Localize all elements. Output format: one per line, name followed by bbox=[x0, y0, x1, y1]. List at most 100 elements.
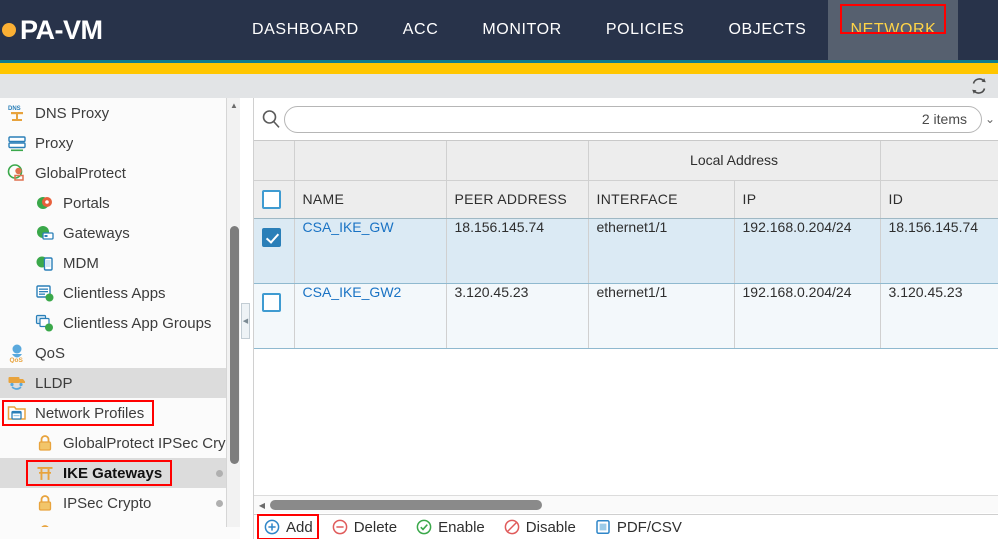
dns-proxy-icon: DNS bbox=[6, 102, 28, 124]
lock-icon bbox=[34, 432, 56, 454]
refresh-icon[interactable] bbox=[966, 75, 992, 97]
sidebar-item-label: IKE Gateways bbox=[63, 464, 163, 482]
cell-interface: ethernet1/1 bbox=[588, 218, 735, 284]
sidebar-scrollbar[interactable]: ▲ ▼ bbox=[226, 98, 240, 539]
cell-peer-address: 18.156.145.74 bbox=[446, 218, 589, 284]
sidebar-item-dns-proxy[interactable]: DNS DNS Proxy bbox=[0, 98, 239, 128]
sidebar-item-clientless-apps[interactable]: Clientless Apps bbox=[0, 278, 239, 308]
group-header-blank-name bbox=[294, 141, 447, 181]
minus-circle-icon bbox=[331, 518, 349, 536]
cell-ip: 192.168.0.204/24 bbox=[734, 218, 881, 284]
svg-text:DNS: DNS bbox=[8, 106, 21, 112]
check-circle-icon bbox=[415, 518, 433, 536]
collapse-left-icon[interactable]: ◀ bbox=[241, 303, 250, 339]
sidebar-item-proxy[interactable]: Proxy bbox=[0, 128, 239, 158]
sidebar-item-globalprotect-ipsec-crypto[interactable]: GlobalProtect IPSec Crypto bbox=[0, 428, 239, 458]
row-checkbox-cell[interactable] bbox=[254, 283, 295, 349]
sidebar-item-label: Network Profiles bbox=[35, 404, 145, 422]
triangle-up-icon[interactable]: ▲ bbox=[227, 98, 241, 112]
tab-acc[interactable]: ACC bbox=[381, 0, 461, 60]
sidebar-item-globalprotect[interactable]: GlobalProtect bbox=[0, 158, 239, 188]
column-header-peer-address[interactable]: PEER ADDRESS bbox=[446, 180, 589, 219]
chevron-down-icon[interactable]: ⌄ bbox=[984, 112, 996, 126]
sidebar-scrollbar-thumb[interactable] bbox=[230, 226, 239, 464]
delete-button-label: Delete bbox=[353, 518, 398, 536]
sidebar-item-ike-gateways[interactable]: IKE Gateways bbox=[0, 458, 239, 488]
proxy-icon bbox=[6, 132, 28, 154]
tab-monitor[interactable]: MONITOR bbox=[460, 0, 583, 60]
main-content-panel: 2 items ⌄ Local Address NAME PEER ADDRES… bbox=[254, 98, 998, 539]
gateways-icon bbox=[34, 222, 56, 244]
action-toolbar: Add Delete Enable Disable PDF/CSV bbox=[254, 514, 998, 539]
sidebar-item-portals[interactable]: Portals bbox=[0, 188, 239, 218]
cell-name[interactable]: CSA_IKE_GW bbox=[294, 218, 447, 284]
select-all-checkbox[interactable] bbox=[262, 189, 281, 209]
tab-policies[interactable]: POLICIES bbox=[584, 0, 707, 60]
horizontal-scrollbar[interactable]: ◀ bbox=[254, 495, 998, 513]
cell-name[interactable]: CSA_IKE_GW2 bbox=[294, 283, 447, 349]
gateway-name-link[interactable]: CSA_IKE_GW2 bbox=[303, 284, 402, 300]
sidebar-item-clientless-app-groups[interactable]: Clientless App Groups bbox=[0, 308, 239, 338]
delete-button[interactable]: Delete bbox=[328, 516, 400, 538]
status-dot bbox=[216, 470, 223, 477]
sidebar-item-ipsec-crypto[interactable]: IPSec Crypto bbox=[0, 488, 239, 518]
column-header-interface[interactable]: INTERFACE bbox=[588, 180, 735, 219]
pdf-csv-button[interactable]: PDF/CSV bbox=[591, 516, 685, 538]
column-header-ip[interactable]: IP bbox=[734, 180, 881, 219]
search-box[interactable]: 2 items bbox=[284, 105, 982, 133]
globalprotect-icon bbox=[6, 162, 28, 184]
select-all-checkbox-cell[interactable] bbox=[254, 180, 295, 219]
sidebar-item-label: Portals bbox=[63, 194, 110, 212]
sidebar-item-label: MDM bbox=[63, 254, 99, 272]
sidebar-item-label: LLDP bbox=[35, 374, 73, 392]
ike-gateways-table: Local Address NAME PEER ADDRESS INTERFAC… bbox=[254, 140, 998, 495]
table-row[interactable]: CSA_IKE_GW 18.156.145.74 ethernet1/1 192… bbox=[254, 218, 998, 284]
cell-peer-address: 3.120.45.23 bbox=[446, 283, 589, 349]
sidebar-item-label: Clientless Apps bbox=[63, 284, 166, 302]
group-header-local-address: Local Address bbox=[588, 141, 881, 181]
product-logo: PA-VM bbox=[0, 0, 230, 60]
table-header-row: NAME PEER ADDRESS INTERFACE IP ID bbox=[254, 180, 998, 219]
cell-ip: 192.168.0.204/24 bbox=[734, 283, 881, 349]
panel-splitter[interactable]: ◀ bbox=[240, 98, 254, 539]
row-checkbox-cell[interactable] bbox=[254, 218, 295, 284]
lldp-icon bbox=[6, 372, 28, 394]
network-profiles-folder-icon bbox=[6, 402, 28, 424]
sidebar-bottom-filler bbox=[0, 527, 240, 539]
triangle-left-icon[interactable]: ◀ bbox=[256, 499, 268, 511]
search-input[interactable] bbox=[299, 106, 922, 132]
tab-objects[interactable]: OBJECTS bbox=[706, 0, 828, 60]
enable-button[interactable]: Enable bbox=[412, 516, 488, 538]
search-row: 2 items ⌄ bbox=[254, 98, 998, 140]
main-tabs: DASHBOARD ACC MONITOR POLICIES OBJECTS N… bbox=[230, 0, 998, 60]
status-dot bbox=[216, 500, 223, 507]
sidebar-item-mdm[interactable]: MDM bbox=[0, 248, 239, 278]
column-header-id[interactable]: ID bbox=[880, 180, 998, 219]
sidebar-item-network-profiles[interactable]: Network Profiles bbox=[0, 398, 239, 428]
column-header-name[interactable]: NAME bbox=[294, 180, 447, 219]
add-button-label: Add bbox=[286, 518, 313, 536]
gateway-name-link[interactable]: CSA_IKE_GW bbox=[303, 219, 394, 235]
sidebar-item-gateways[interactable]: Gateways bbox=[0, 218, 239, 248]
table-row[interactable]: CSA_IKE_GW2 3.120.45.23 ethernet1/1 192.… bbox=[254, 283, 998, 349]
tab-dashboard[interactable]: DASHBOARD bbox=[230, 0, 381, 60]
add-button[interactable]: Add bbox=[257, 514, 319, 539]
group-header-blank-checkbox bbox=[254, 141, 295, 181]
product-name-label: PA-VM bbox=[20, 14, 103, 45]
sidebar-item-label: DNS Proxy bbox=[35, 104, 110, 122]
sidebar-item-lldp[interactable]: LLDP bbox=[0, 368, 239, 398]
table-group-header-row: Local Address bbox=[254, 141, 998, 181]
top-navigation-bar: PA-VM DASHBOARD ACC MONITOR POLICIES OBJ… bbox=[0, 0, 998, 60]
sidebar-item-qos[interactable]: QoS QoS bbox=[0, 338, 239, 368]
tab-network[interactable]: NETWORK bbox=[828, 0, 959, 60]
disable-button-label: Disable bbox=[525, 518, 576, 536]
cell-interface: ethernet1/1 bbox=[588, 283, 735, 349]
horizontal-scrollbar-thumb[interactable] bbox=[270, 500, 542, 510]
disable-button[interactable]: Disable bbox=[500, 516, 579, 538]
sidebar-item-label: GlobalProtect bbox=[35, 164, 126, 182]
yellow-status-bar bbox=[0, 63, 998, 74]
row-checkbox[interactable] bbox=[262, 227, 281, 247]
row-checkbox[interactable] bbox=[262, 292, 281, 312]
clientless-app-groups-icon bbox=[34, 312, 56, 334]
pdf-csv-button-label: PDF/CSV bbox=[616, 518, 682, 536]
